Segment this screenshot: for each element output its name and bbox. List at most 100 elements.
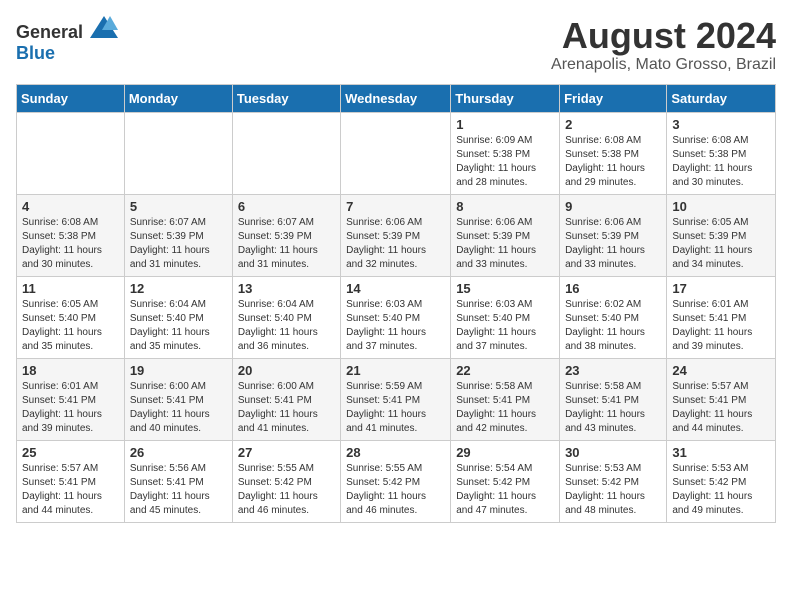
page-title: August 2024 xyxy=(551,16,776,56)
cell-info: Sunrise: 6:08 AMSunset: 5:38 PMDaylight:… xyxy=(672,134,770,190)
calendar-cell: 27 Sunrise: 5:55 AMSunset: 5:42 PMDayligh… xyxy=(232,440,340,522)
day-number: 4 xyxy=(22,199,119,214)
day-number: 9 xyxy=(565,199,661,214)
logo-general: General xyxy=(16,22,83,42)
cell-info: Sunrise: 6:06 AMSunset: 5:39 PMDaylight:… xyxy=(456,216,554,272)
calendar-cell: 5 Sunrise: 6:07 AMSunset: 5:39 PMDaylight… xyxy=(124,194,232,276)
cell-info: Sunrise: 6:08 AMSunset: 5:38 PMDaylight:… xyxy=(565,134,661,190)
calendar-cell: 6Sunrise: 6:07 AMSunset: 5:39 PMDaylight… xyxy=(232,194,340,276)
day-number: 10 xyxy=(672,199,770,214)
cell-info: Sunrise: 6:04 AMSunset: 5:40 PMDaylight:… xyxy=(238,298,335,354)
day-number: 21 xyxy=(346,363,445,378)
calendar-cell: 2 Sunrise: 6:08 AMSunset: 5:38 PMDaylight… xyxy=(560,112,667,194)
calendar-cell: 10 Sunrise: 6:05 AMSunset: 5:39 PMDayligh… xyxy=(667,194,776,276)
cell-info: Sunrise: 6:04 AMSunset: 5:40 PMDaylight:… xyxy=(130,298,227,354)
day-number: 24 xyxy=(672,363,770,378)
title-area: August 2024 Arenapolis, Mato Grosso, Bra… xyxy=(551,16,776,74)
day-number: 27 xyxy=(238,445,335,460)
calendar-cell xyxy=(232,112,340,194)
calendar-cell: 14 Sunrise: 6:03 AMSunset: 5:40 PMDayligh… xyxy=(341,276,451,358)
day-number: 11 xyxy=(22,281,119,296)
calendar-cell: 13 Sunrise: 6:04 AMSunset: 5:40 PMDayligh… xyxy=(232,276,340,358)
cell-info: Sunrise: 6:00 AMSunset: 5:41 PMDaylight:… xyxy=(130,380,227,436)
cell-info: Sunrise: 6:02 AMSunset: 5:40 PMDaylight:… xyxy=(565,298,661,354)
calendar-cell: 12 Sunrise: 6:04 AMSunset: 5:40 PMDayligh… xyxy=(124,276,232,358)
cell-info: Sunrise: 5:57 AMSunset: 5:41 PMDaylight:… xyxy=(672,380,770,436)
cell-info: Sunrise: 5:53 AMSunset: 5:42 PMDaylight:… xyxy=(565,462,661,518)
day-number: 31 xyxy=(672,445,770,460)
day-number: 13 xyxy=(238,281,335,296)
cell-info: Sunrise: 5:55 AMSunset: 5:42 PMDaylight:… xyxy=(346,462,445,518)
cell-info: Sunrise: 5:53 AMSunset: 5:42 PMDaylight:… xyxy=(672,462,770,518)
calendar-cell: 23 Sunrise: 5:58 AMSunset: 5:41 PMDayligh… xyxy=(560,358,667,440)
page-subtitle: Arenapolis, Mato Grosso, Brazil xyxy=(551,56,776,74)
cell-info: Sunrise: 6:07 AMSunset: 5:39 PMDaylight:… xyxy=(130,216,227,272)
cell-info: Sunrise: 6:03 AMSunset: 5:40 PMDaylight:… xyxy=(346,298,445,354)
cell-info: Sunrise: 5:59 AMSunset: 5:41 PMDaylight:… xyxy=(346,380,445,436)
day-number: 2 xyxy=(565,117,661,132)
day-number: 20 xyxy=(238,363,335,378)
column-header-tuesday: Tuesday xyxy=(232,84,340,112)
calendar-cell: 7 Sunrise: 6:06 AMSunset: 5:39 PMDaylight… xyxy=(341,194,451,276)
cell-info: Sunrise: 5:58 AMSunset: 5:41 PMDaylight:… xyxy=(456,380,554,436)
calendar-week-row: 18Sunrise: 6:01 AMSunset: 5:41 PMDayligh… xyxy=(17,358,776,440)
logo-icon xyxy=(90,16,118,38)
cell-info: Sunrise: 5:54 AMSunset: 5:42 PMDaylight:… xyxy=(456,462,554,518)
calendar-week-row: 11Sunrise: 6:05 AMSunset: 5:40 PMDayligh… xyxy=(17,276,776,358)
calendar-cell: 20 Sunrise: 6:00 AMSunset: 5:41 PMDayligh… xyxy=(232,358,340,440)
day-number: 29 xyxy=(456,445,554,460)
cell-info: Sunrise: 6:05 AMSunset: 5:39 PMDaylight:… xyxy=(672,216,770,272)
day-number: 8 xyxy=(456,199,554,214)
calendar-cell: 8 Sunrise: 6:06 AMSunset: 5:39 PMDaylight… xyxy=(451,194,560,276)
day-number: 28 xyxy=(346,445,445,460)
day-number: 30 xyxy=(565,445,661,460)
calendar-week-row: 25 Sunrise: 5:57 AMSunset: 5:41 PMDayligh… xyxy=(17,440,776,522)
calendar-cell: 4Sunrise: 6:08 AMSunset: 5:38 PMDaylight… xyxy=(17,194,125,276)
day-number: 1 xyxy=(456,117,554,132)
cell-info: Sunrise: 5:57 AMSunset: 5:41 PMDaylight:… xyxy=(22,462,119,518)
calendar-cell: 31 Sunrise: 5:53 AMSunset: 5:42 PMDayligh… xyxy=(667,440,776,522)
cell-info: Sunrise: 5:58 AMSunset: 5:41 PMDaylight:… xyxy=(565,380,661,436)
cell-info: Sunrise: 5:56 AMSunset: 5:41 PMDaylight:… xyxy=(130,462,227,518)
day-number: 19 xyxy=(130,363,227,378)
calendar-cell xyxy=(17,112,125,194)
day-number: 3 xyxy=(672,117,770,132)
calendar-cell: 1 Sunrise: 6:09 AMSunset: 5:38 PMDaylight… xyxy=(451,112,560,194)
day-number: 5 xyxy=(130,199,227,214)
cell-info: Sunrise: 5:55 AMSunset: 5:42 PMDaylight:… xyxy=(238,462,335,518)
calendar-cell: 9 Sunrise: 6:06 AMSunset: 5:39 PMDaylight… xyxy=(560,194,667,276)
calendar-cell: 22 Sunrise: 5:58 AMSunset: 5:41 PMDayligh… xyxy=(451,358,560,440)
calendar-week-row: 1 Sunrise: 6:09 AMSunset: 5:38 PMDaylight… xyxy=(17,112,776,194)
day-number: 25 xyxy=(22,445,119,460)
header: General Blue August 2024 Arenapolis, Mat… xyxy=(16,16,776,74)
calendar-cell: 28 Sunrise: 5:55 AMSunset: 5:42 PMDayligh… xyxy=(341,440,451,522)
calendar-cell: 15Sunrise: 6:03 AMSunset: 5:40 PMDayligh… xyxy=(451,276,560,358)
calendar-cell: 16Sunrise: 6:02 AMSunset: 5:40 PMDayligh… xyxy=(560,276,667,358)
day-number: 7 xyxy=(346,199,445,214)
calendar-cell xyxy=(341,112,451,194)
cell-info: Sunrise: 6:06 AMSunset: 5:39 PMDaylight:… xyxy=(346,216,445,272)
calendar-cell: 30 Sunrise: 5:53 AMSunset: 5:42 PMDayligh… xyxy=(560,440,667,522)
day-number: 18 xyxy=(22,363,119,378)
cell-info: Sunrise: 6:01 AMSunset: 5:41 PMDaylight:… xyxy=(672,298,770,354)
calendar-cell: 25 Sunrise: 5:57 AMSunset: 5:41 PMDayligh… xyxy=(17,440,125,522)
calendar-cell: 3 Sunrise: 6:08 AMSunset: 5:38 PMDaylight… xyxy=(667,112,776,194)
column-header-saturday: Saturday xyxy=(667,84,776,112)
calendar-header-row: SundayMondayTuesdayWednesdayThursdayFrid… xyxy=(17,84,776,112)
column-header-thursday: Thursday xyxy=(451,84,560,112)
day-number: 22 xyxy=(456,363,554,378)
day-number: 14 xyxy=(346,281,445,296)
day-number: 26 xyxy=(130,445,227,460)
day-number: 23 xyxy=(565,363,661,378)
day-number: 17 xyxy=(672,281,770,296)
day-number: 12 xyxy=(130,281,227,296)
cell-info: Sunrise: 6:09 AMSunset: 5:38 PMDaylight:… xyxy=(456,134,554,190)
cell-info: Sunrise: 6:07 AMSunset: 5:39 PMDaylight:… xyxy=(238,216,335,272)
calendar-cell: 24 Sunrise: 5:57 AMSunset: 5:41 PMDayligh… xyxy=(667,358,776,440)
cell-info: Sunrise: 6:06 AMSunset: 5:39 PMDaylight:… xyxy=(565,216,661,272)
column-header-sunday: Sunday xyxy=(17,84,125,112)
calendar-cell: 17 Sunrise: 6:01 AMSunset: 5:41 PMDayligh… xyxy=(667,276,776,358)
cell-info: Sunrise: 6:00 AMSunset: 5:41 PMDaylight:… xyxy=(238,380,335,436)
cell-info: Sunrise: 6:03 AMSunset: 5:40 PMDaylight:… xyxy=(456,298,554,354)
calendar-week-row: 4Sunrise: 6:08 AMSunset: 5:38 PMDaylight… xyxy=(17,194,776,276)
